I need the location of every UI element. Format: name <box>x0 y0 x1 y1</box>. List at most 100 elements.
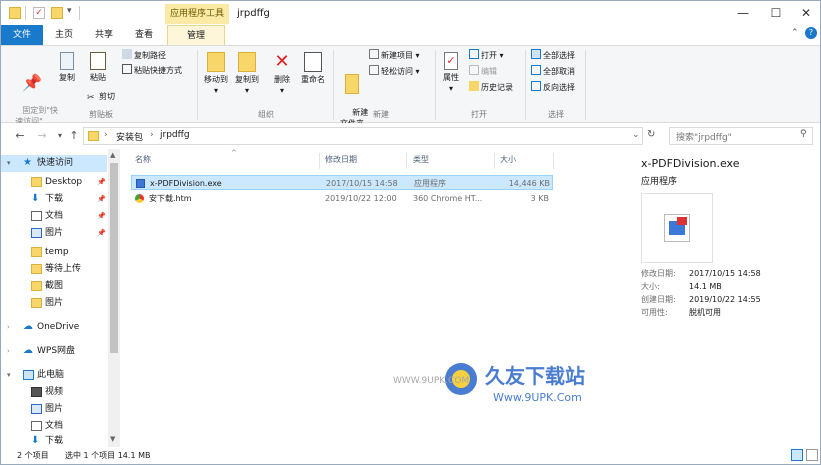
copy-to-button[interactable]: 复制到 ▾ <box>232 52 262 96</box>
column-divider[interactable] <box>494 153 495 169</box>
cell-type: 应用程序 <box>414 179 446 188</box>
watermark-site: Www.9UPK.Com <box>493 391 582 404</box>
maximize-button[interactable]: ☐ <box>759 1 793 25</box>
nav-scrollbar[interactable]: ▲ ▼ <box>108 149 120 447</box>
breadcrumb-install-package[interactable]: 安装包 <box>116 130 143 143</box>
back-arrow-icon[interactable]: ← <box>13 128 27 144</box>
expand-chevron-icon[interactable]: › <box>7 343 10 360</box>
exe-file-icon <box>136 179 145 188</box>
tab-view[interactable]: 查看 <box>127 25 161 45</box>
clipboard-icon <box>90 52 106 70</box>
navigation-bar: ← → ▾ ↑ › 安装包 › jrpdffg ⌄ ↻ 搜索"jrpdffg" … <box>1 123 820 149</box>
sidebar-item[interactable]: 视频 <box>1 384 107 401</box>
scrollbar-thumb[interactable] <box>110 163 118 353</box>
scroll-down-icon[interactable]: ▼ <box>110 435 115 443</box>
rename-label: 重命名 <box>301 75 325 84</box>
move-to-button[interactable]: 移动到 ▾ <box>201 52 231 96</box>
sidebar-item[interactable]: 截图 <box>1 278 107 295</box>
expand-chevron-icon[interactable]: ▾ <box>7 367 11 384</box>
rename-icon <box>304 52 322 72</box>
tab-manage[interactable]: 管理 <box>167 25 225 45</box>
new-group-label: 新建 <box>373 110 389 119</box>
copy-path-button[interactable]: 复制路径 <box>122 49 166 63</box>
sidebar-item[interactable]: ★ 快速访问 ▾ <box>1 155 107 172</box>
large-icons-view-icon[interactable] <box>806 449 818 461</box>
sidebar-item-label: 快速访问 <box>37 158 74 168</box>
address-bar[interactable]: › 安装包 › jrpdffg ⌄ <box>83 127 643 145</box>
details-filename: x-PDFDivision.exe <box>641 157 740 170</box>
properties-button[interactable]: ✓ 属性 ▾ <box>439 52 463 94</box>
sidebar-item[interactable]: 图片 📌 <box>1 225 107 242</box>
chevron-up-icon[interactable]: ⌃ <box>791 28 799 38</box>
sidebar-item[interactable]: ⬇ 下载 📌 <box>1 191 107 208</box>
new-folder-quick-icon[interactable] <box>51 7 63 19</box>
column-divider[interactable] <box>319 153 320 169</box>
copy-button[interactable]: 复制 <box>53 52 81 83</box>
table-row[interactable]: 安下载.htm 2019/10/22 12:00 360 Chrome HT... 3… <box>131 191 553 206</box>
column-divider[interactable] <box>553 153 554 169</box>
expand-chevron-icon[interactable]: › <box>7 319 10 336</box>
rename-button[interactable]: 重命名 <box>297 52 329 85</box>
sidebar-item[interactable]: 此电脑 ▾ <box>1 367 107 384</box>
new-item-button[interactable]: 新建项目 ▾ <box>369 49 420 63</box>
column-header-size[interactable]: 大小 <box>500 154 516 168</box>
metadata-key: 大小: <box>641 282 660 291</box>
close-button[interactable]: ✕ <box>789 1 821 25</box>
expand-chevron-icon[interactable]: ▾ <box>7 155 11 172</box>
refresh-icon[interactable]: ↻ <box>647 129 655 140</box>
minimize-button[interactable]: — <box>726 1 760 25</box>
sidebar-item[interactable]: ☁ OneDrive › <box>1 319 107 336</box>
cut-label: 剪切 <box>99 92 115 101</box>
select-none-button[interactable]: 全部取消 <box>531 65 575 79</box>
copy-path-label: 复制路径 <box>134 51 166 60</box>
search-input[interactable]: 搜索"jrpdffg" ⚲ <box>669 127 813 145</box>
tab-home[interactable]: 主页 <box>47 25 81 45</box>
picture-icon <box>31 404 42 414</box>
column-header-date[interactable]: 修改日期 <box>325 154 357 168</box>
details-view-icon[interactable] <box>791 449 803 461</box>
edit-button[interactable]: 编辑 <box>469 65 497 79</box>
column-divider[interactable] <box>406 153 407 169</box>
sidebar-item[interactable]: 图片 <box>1 295 107 312</box>
forward-arrow-icon[interactable]: → <box>35 128 49 144</box>
history-button[interactable]: 历史记录 <box>469 81 513 95</box>
sidebar-item-label: 图片 <box>45 298 64 308</box>
help-icon[interactable]: ? <box>805 27 817 39</box>
metadata-row: 可用性: 脱机可用 <box>641 306 721 319</box>
chevron-down-icon: ▾ <box>244 86 249 95</box>
up-arrow-icon[interactable]: ↑ <box>67 128 81 144</box>
column-header-type[interactable]: 类型 <box>413 154 429 168</box>
delete-button[interactable]: ✕ 删除 ▾ <box>269 52 295 96</box>
column-header-name[interactable]: 名称 <box>135 154 151 168</box>
cut-button[interactable]: ✂ 剪切 <box>87 90 115 104</box>
scroll-up-icon[interactable]: ▲ <box>110 151 115 159</box>
sidebar-item[interactable]: 等待上传 <box>1 261 107 278</box>
tab-file[interactable]: 文件 <box>1 25 43 45</box>
open-button[interactable]: 打开 ▾ <box>469 49 504 63</box>
properties-quick-icon[interactable]: ✓ <box>33 7 45 19</box>
select-all-button[interactable]: 全部选择 <box>531 49 575 63</box>
metadata-row: 创建日期: 2019/10/22 14:55 <box>641 293 761 306</box>
breadcrumb-jrpdffg[interactable]: jrpdffg <box>160 130 190 140</box>
paste-shortcut-button[interactable]: 粘贴快捷方式 <box>122 64 182 78</box>
paste-button[interactable]: 粘贴 <box>83 52 113 83</box>
delete-label: 删除 <box>274 75 290 84</box>
sidebar-item[interactable]: ☁ WPS网盘 › <box>1 343 107 360</box>
sidebar-item[interactable]: temp <box>1 244 107 261</box>
recent-locations-icon[interactable]: ▾ <box>53 128 67 144</box>
customize-quick-access-icon[interactable]: ▾ <box>67 6 72 16</box>
group-separator <box>333 50 334 120</box>
sidebar-item[interactable]: Desktop 📌 <box>1 174 107 191</box>
invert-selection-button[interactable]: 反向选择 <box>531 81 575 95</box>
table-row[interactable]: x-PDFDivision.exe 2017/10/15 14:58 应用程序 14,… <box>131 175 553 190</box>
chevron-right-icon: › <box>104 130 108 140</box>
chevron-down-icon[interactable]: ⌄ <box>632 130 640 140</box>
sidebar-item[interactable]: 文档 📌 <box>1 208 107 225</box>
paste-shortcut-icon <box>122 64 132 74</box>
paste-label: 粘贴 <box>90 73 106 82</box>
sidebar-item[interactable]: 图片 <box>1 401 107 418</box>
tab-share[interactable]: 共享 <box>87 25 121 45</box>
organize-group-label: 组织 <box>258 110 274 119</box>
pin-icon: 📌 <box>97 195 106 203</box>
easy-access-button[interactable]: 轻松访问 ▾ <box>369 65 420 79</box>
